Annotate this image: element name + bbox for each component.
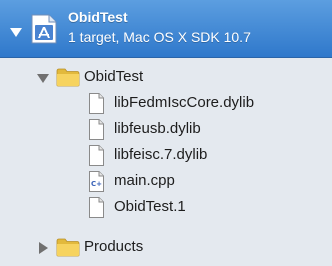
file-name: libfeisc.7.dylib [114, 146, 208, 163]
tree-row-file[interactable]: C+ main.cpp [0, 169, 332, 195]
group-name: Products [84, 238, 144, 255]
file-name: ObidTest.1 [114, 198, 186, 215]
document-icon [89, 93, 104, 114]
group-name: ObidTest [84, 68, 144, 85]
document-icon [89, 145, 104, 166]
project-navigator: ObidTest 1 target, Mac OS X SDK 10.7 Obi… [0, 0, 332, 266]
disclosure-expanded-icon[interactable] [10, 28, 22, 37]
document-icon [89, 197, 104, 218]
project-subtitle: 1 target, Mac OS X SDK 10.7 [68, 29, 251, 45]
tree-row-group-products[interactable]: Products [0, 235, 332, 261]
tree-row-group-obidtest[interactable]: ObidTest [0, 65, 332, 91]
file-name: main.cpp [114, 172, 175, 189]
folder-icon [56, 238, 80, 257]
tree-row-file[interactable]: libfeisc.7.dylib [0, 143, 332, 169]
project-name: ObidTest [68, 9, 128, 25]
project-row-selected[interactable]: ObidTest 1 target, Mac OS X SDK 10.7 [0, 0, 332, 58]
file-name: libfeusb.dylib [114, 120, 201, 137]
disclosure-expanded-icon[interactable] [37, 74, 49, 83]
tree-row-file[interactable]: libFedmIscCore.dylib [0, 91, 332, 117]
xcode-project-icon [31, 14, 57, 44]
folder-icon [56, 68, 80, 87]
cpp-source-icon: C+ [89, 171, 104, 192]
document-icon [89, 119, 104, 140]
file-name: libFedmIscCore.dylib [114, 94, 255, 111]
disclosure-collapsed-icon[interactable] [39, 242, 48, 254]
svg-text:C+: C+ [91, 180, 102, 188]
tree-row-file[interactable]: ObidTest.1 [0, 195, 332, 221]
tree-row-file[interactable]: libfeusb.dylib [0, 117, 332, 143]
